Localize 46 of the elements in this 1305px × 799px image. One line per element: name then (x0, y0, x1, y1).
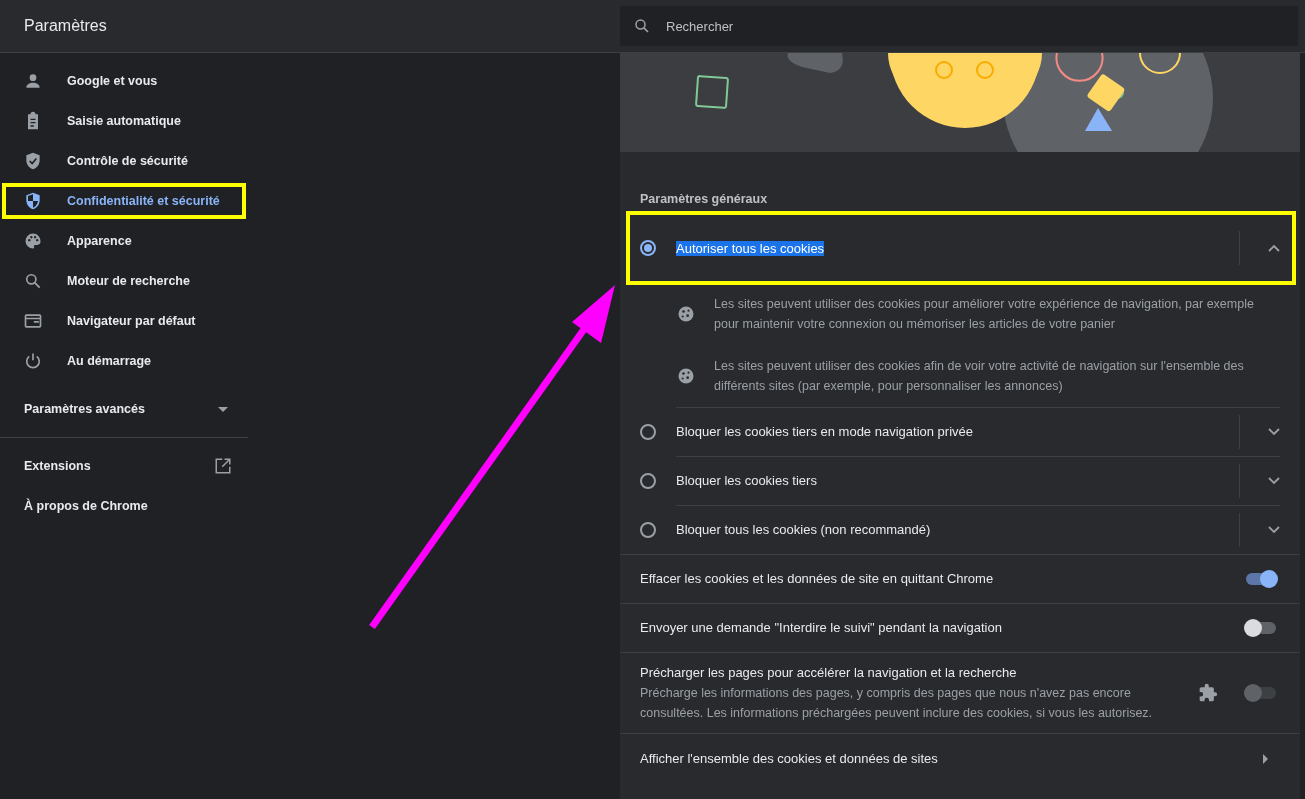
browser-window-icon (23, 311, 43, 331)
cookie-icon (676, 304, 696, 324)
person-icon (23, 71, 43, 91)
sidebar-item[interactable]: Saisie automatique (0, 101, 248, 141)
settings-link-row[interactable]: Afficher l'ensemble des cookies et données de sites (620, 733, 1300, 784)
search-icon (23, 271, 43, 291)
radio-option[interactable]: Bloquer les cookies tiers (620, 456, 1300, 505)
radio-option[interactable]: Bloquer tous les cookies (non recommandé) (620, 505, 1300, 554)
chevron-down-icon[interactable] (1268, 476, 1280, 485)
chevron-down-icon[interactable] (1268, 427, 1280, 436)
radio-button[interactable] (640, 240, 656, 256)
chevron-down-icon[interactable] (1268, 525, 1280, 534)
shield-check-icon (23, 151, 43, 171)
toggle-switch[interactable] (1246, 573, 1276, 585)
power-icon (23, 351, 43, 371)
radio-button[interactable] (640, 472, 656, 489)
sidebar-item[interactable]: Google et vous (0, 61, 248, 101)
cookie-icon (676, 366, 696, 386)
arrow-right-icon (1263, 754, 1268, 764)
radio-button[interactable] (640, 521, 656, 538)
search-field[interactable]: Rechercher (620, 6, 1298, 46)
setting-label: Précharger les pages pour accélérer la navigation et la recherche (640, 664, 1018, 682)
page-title: Paramètres (24, 17, 107, 34)
description-text: Les sites peuvent utiliser des cookies pour améliorer votre expérience de navigation, par exemple pour maintenir votre connexion ou mémoriser les articles de votre panier (714, 296, 1255, 333)
sidebar-item[interactable]: Au démarrage (0, 341, 248, 381)
sidebar-item[interactable]: Contrôle de sécurité (0, 141, 248, 181)
sidebar-link[interactable]: Extensions (0, 446, 248, 486)
setting-label: Effacer les cookies et les données de site en quittant Chrome (640, 570, 995, 588)
advanced-settings-toggle[interactable]: Paramètres avancés (0, 389, 248, 429)
toggle-switch[interactable] (1246, 622, 1276, 634)
radio-button[interactable] (640, 423, 656, 440)
sidebar-item[interactable]: Confidentialité et sécurité (0, 181, 248, 221)
chevron-up-icon[interactable] (1268, 244, 1280, 252)
sidebar-item[interactable]: Moteur de recherche (0, 261, 248, 301)
sidebar-link[interactable]: À propos de Chrome (0, 486, 248, 526)
caret-icon (218, 406, 228, 412)
radio-option[interactable]: Bloquer les cookies tiers en mode navigation privée (620, 407, 1300, 456)
palette-icon (23, 231, 43, 251)
sidebar-item[interactable]: Apparence (0, 221, 248, 261)
shield-icon (23, 191, 43, 211)
description-text: Les sites peuvent utiliser des cookies afin de voir votre activité de navigation sur l'ensemble des différents sites (par exemple, pour personnaliser les annonces) (714, 358, 1245, 395)
radio-option[interactable]: Autoriser tous les cookies (628, 213, 1294, 283)
setting-label: Envoyer une demande "Interdire le suivi" pendant la navigation (640, 619, 1003, 637)
setting-description: Précharge les informations des pages, y compris des pages que nous n'avez pas encore consultées. Les informations préchargées peuvent inclure des cookies, si vous les autorisez. (640, 685, 1154, 722)
sidebar-item[interactable]: Navigateur par défaut (0, 301, 248, 341)
section-title: Paramètres généraux (639, 191, 769, 208)
